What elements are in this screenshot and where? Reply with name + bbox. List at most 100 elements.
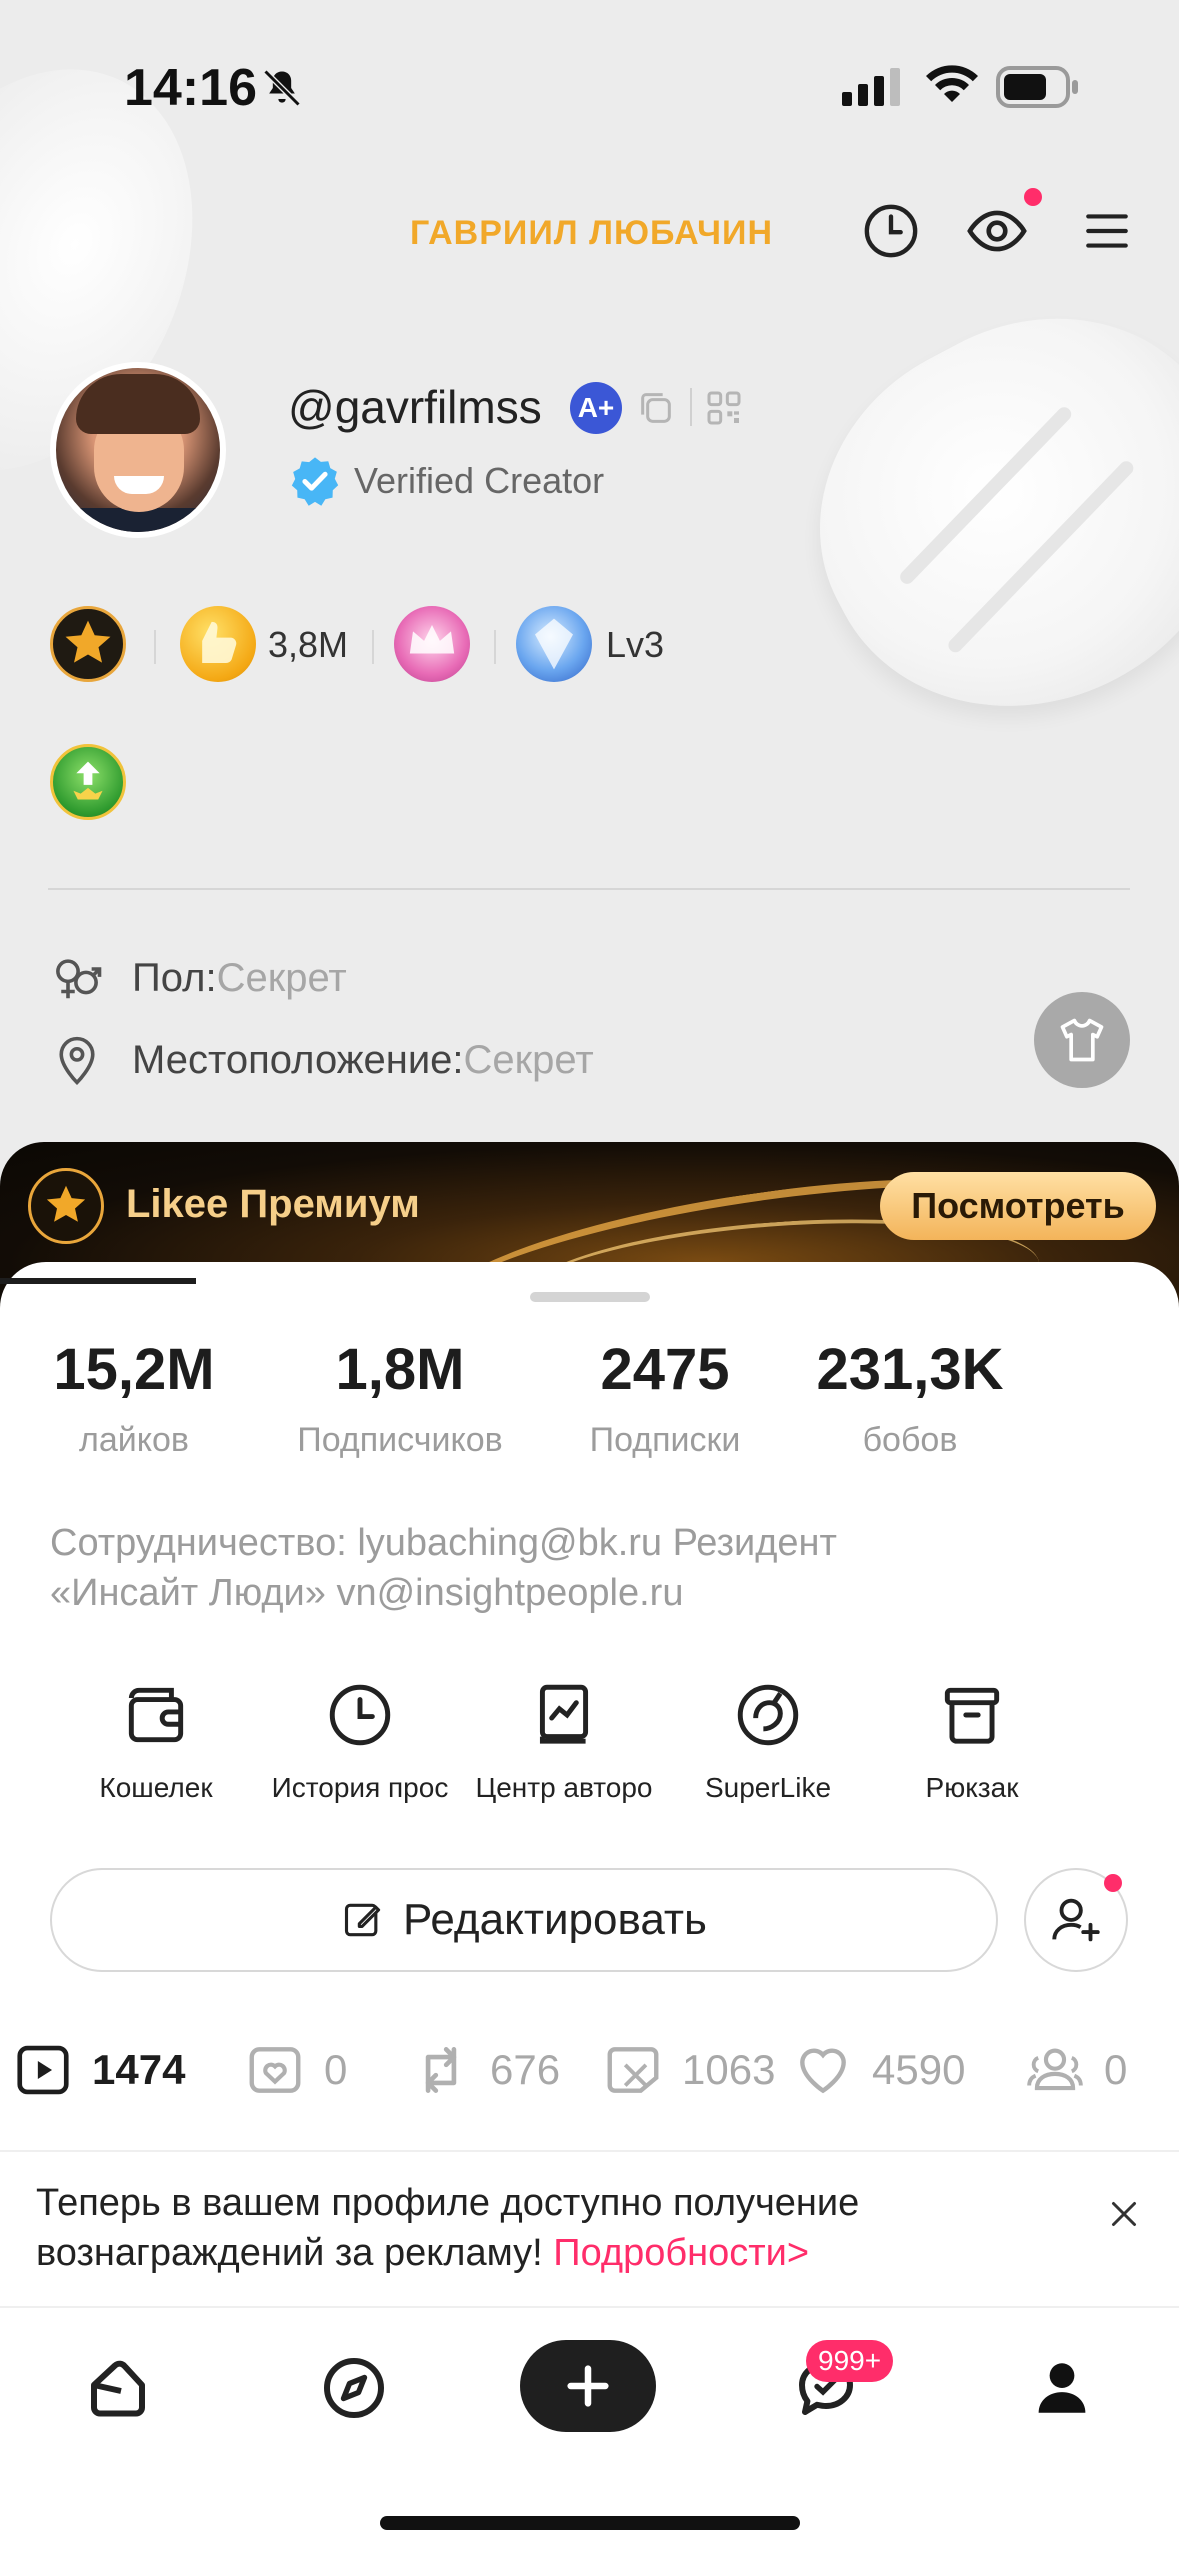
- ads-reward-notice: Теперь в вашем профиле доступно получени…: [0, 2150, 1179, 2274]
- level-badge[interactable]: [516, 606, 592, 682]
- nav-explore[interactable]: [314, 2348, 394, 2428]
- tool-history[interactable]: История прос: [260, 1678, 460, 1804]
- avatar[interactable]: [50, 362, 226, 538]
- history-icon: [329, 1684, 391, 1746]
- arrow-up-crown-icon: [73, 761, 103, 800]
- stat-value: 2475: [600, 1337, 730, 1402]
- tab-hidden[interactable]: 1063: [602, 2040, 775, 2100]
- tool-label: SuperLike: [704, 1772, 832, 1803]
- stat-label: бобов: [862, 1421, 958, 1459]
- pink-crown-badge[interactable]: [394, 606, 470, 682]
- tab-count: 676: [490, 2046, 561, 2093]
- bell-muted-icon: [263, 69, 301, 107]
- stat-following[interactable]: 2475 Подписки: [560, 1336, 770, 1460]
- tab-count: 0: [1104, 2046, 1128, 2093]
- copy-icon[interactable]: [636, 388, 676, 428]
- stat-value: 1,8M: [335, 1337, 465, 1402]
- stat-likes[interactable]: 15,2M лайков: [44, 1336, 224, 1460]
- hidden-icon: [607, 2047, 659, 2093]
- crown-icon: [409, 625, 455, 654]
- tool-backpack[interactable]: Рюкзак: [872, 1678, 1072, 1804]
- tab-reposts[interactable]: 676: [410, 2040, 560, 2100]
- repost-icon: [425, 2047, 457, 2093]
- location-row: Местоположение: Секрет: [50, 1030, 594, 1090]
- status-bar: 14:16: [0, 0, 1179, 130]
- notice-details-link[interactable]: Подробности>: [553, 2232, 809, 2274]
- verified-label: Verified Creator: [354, 460, 605, 501]
- tool-superlike[interactable]: SuperLike: [668, 1678, 868, 1804]
- nav-profile[interactable]: [1022, 2348, 1102, 2428]
- tool-label: История прос: [271, 1772, 449, 1803]
- tab-likes[interactable]: 4590: [792, 2040, 965, 2100]
- tab-liked[interactable]: 0: [244, 2040, 347, 2100]
- close-icon[interactable]: [1106, 2196, 1142, 2232]
- location-label: Местоположение:: [132, 1037, 464, 1082]
- wallet-icon: [128, 1687, 184, 1743]
- gender-label: Пол:: [132, 955, 217, 1000]
- divider: [372, 630, 374, 664]
- bio-line: «Инсайт Люди» vn@insightpeople.ru: [50, 1572, 684, 1614]
- stat-beans[interactable]: 231,3K бобов: [800, 1336, 1020, 1460]
- tools-row: Кошелек История прос Центр авторо SuperL…: [60, 1678, 1120, 1828]
- tool-label: Рюкзак: [925, 1772, 1019, 1803]
- premium-star-badge[interactable]: [50, 606, 126, 682]
- stat-followers[interactable]: 1,8M Подписчиков: [270, 1336, 530, 1460]
- content-tabs: 1474 0 676 1063 4590 0: [0, 2030, 1179, 2114]
- profile-display-name: ГАВРИИЛ ЛЮБАЧИН: [410, 214, 774, 252]
- group-icon: [1027, 2048, 1083, 2091]
- likes-badge[interactable]: [180, 606, 256, 682]
- background-decoration-pill: [757, 253, 1179, 777]
- premium-view-button[interactable]: Посмотреть: [880, 1172, 1156, 1240]
- plus-icon: [567, 2365, 609, 2407]
- backpack-icon: [944, 1687, 1000, 1744]
- tab-count: 1063: [682, 2046, 776, 2093]
- edit-profile-button[interactable]: Редактировать: [50, 1868, 998, 1972]
- verified-badge-icon: [291, 457, 339, 506]
- notification-dot: [1104, 1874, 1122, 1892]
- add-friend-button[interactable]: [1024, 1868, 1128, 1972]
- a-plus-badge[interactable]: A+: [570, 382, 622, 434]
- gender-value: Секрет: [216, 955, 347, 1000]
- tab-count: 0: [324, 2046, 348, 2093]
- sheet-grabber[interactable]: [530, 1292, 650, 1302]
- home-icon: [91, 2360, 145, 2417]
- qr-code-icon[interactable]: [704, 388, 744, 428]
- tool-creator-center[interactable]: Центр авторо: [464, 1678, 664, 1804]
- heart-icon: [800, 2048, 846, 2094]
- tab-videos[interactable]: 1474: [12, 2040, 185, 2100]
- tab-groups[interactable]: 0: [1024, 2040, 1127, 2100]
- premium-title: Likee Премиум: [126, 1182, 420, 1226]
- history-button[interactable]: [860, 200, 922, 262]
- gender-icon: [56, 959, 102, 999]
- home-indicator[interactable]: [380, 2516, 800, 2530]
- outfit-button[interactable]: [1034, 992, 1130, 1088]
- tool-label: Кошелек: [99, 1772, 213, 1803]
- likes-badge-count: 3,8M: [268, 624, 349, 665]
- creator-center-icon: [539, 1684, 589, 1744]
- signal-icon: [842, 68, 900, 106]
- divider: [494, 630, 496, 664]
- divider: [690, 388, 692, 426]
- wifi-icon: [926, 65, 978, 102]
- star-icon: [65, 620, 111, 663]
- visitors-button[interactable]: [966, 188, 1042, 262]
- status-time: 14:16: [124, 59, 257, 117]
- location-value: Секрет: [463, 1037, 594, 1082]
- add-user-icon: [1052, 1898, 1100, 1942]
- notification-dot: [1024, 188, 1042, 206]
- active-tab-indicator: [0, 1278, 196, 1284]
- liked-card-icon: [249, 2047, 301, 2093]
- t-shirt-icon: [1060, 1018, 1104, 1062]
- menu-button[interactable]: [1076, 200, 1138, 262]
- growth-badge[interactable]: [50, 744, 126, 820]
- superlike-icon: [737, 1684, 799, 1746]
- stat-label: Подписчиков: [297, 1421, 503, 1459]
- tab-count: 1474: [92, 2046, 186, 2093]
- stat-value: 15,2M: [53, 1337, 215, 1402]
- nav-home[interactable]: [78, 2348, 158, 2428]
- hamburger-icon: [1086, 214, 1128, 248]
- create-button[interactable]: [520, 2340, 656, 2432]
- gender-row: Пол: Секрет: [50, 948, 347, 1008]
- tool-wallet[interactable]: Кошелек: [56, 1678, 256, 1804]
- stat-value: 231,3K: [816, 1337, 1004, 1402]
